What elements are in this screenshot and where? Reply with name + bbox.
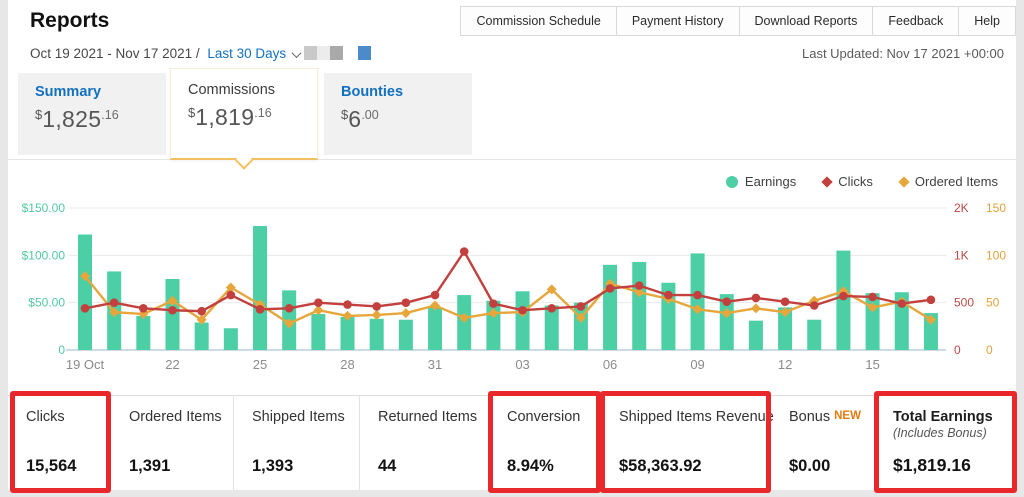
svg-text:19 Oct: 19 Oct — [66, 357, 105, 372]
svg-text:25: 25 — [253, 357, 267, 372]
stat-total-earnings: Total Earnings (Includes Bonus) $1,819.1… — [874, 396, 1016, 490]
svg-text:09: 09 — [690, 357, 704, 372]
stat-clicks: Clicks15,564 — [8, 396, 110, 490]
bounties-amount: $6.00 — [341, 106, 472, 133]
chart-legend: Earnings Clicks Ordered Items — [699, 174, 998, 189]
view-toggle-icon[interactable] — [304, 46, 317, 60]
includes-bonus-note: (Includes Bonus) — [893, 426, 1008, 440]
ordered items-line — [85, 276, 931, 323]
earnings-bar — [632, 262, 646, 350]
chart-section: Earnings Clicks Ordered Items $150.00 2K 1… — [8, 160, 1016, 395]
svg-text:2K: 2K — [954, 201, 969, 215]
svg-text:$100.00: $100.00 — [22, 248, 66, 262]
svg-text:150: 150 — [986, 201, 1006, 215]
earnings-bar — [866, 293, 880, 350]
new-badge: NEW — [834, 410, 861, 422]
period-selector[interactable]: Last 30 Days — [207, 46, 286, 61]
stat-shipped-items-revenue: Shipped Items Revenue$58,363.92 — [600, 396, 770, 490]
svg-text:100: 100 — [986, 248, 1006, 262]
reports-card: Reports Commission Schedule Payment Hist… — [8, 0, 1016, 490]
date-range: Oct 19 2021 - Nov 17 2021 / — [30, 46, 200, 61]
earnings-bar — [749, 321, 763, 350]
stat-shipped-items: Shipped Items1,393 — [233, 396, 359, 490]
earnings-bar — [195, 323, 209, 350]
header-nav-buttons: Commission Schedule Payment History Down… — [461, 6, 1016, 36]
stats-row: Clicks15,564 Ordered Items1,391 Shipped … — [8, 395, 1016, 490]
earnings-bar — [78, 235, 92, 350]
stat-ordered-items: Ordered Items1,391 — [110, 396, 233, 490]
subheader: Oct 19 2021 - Nov 17 2021 / Last 30 Days… — [8, 42, 1016, 70]
earnings-chart-canvas[interactable]: $150.002K150$100.001K100$50.005005000019… — [8, 200, 1016, 390]
svg-text:500: 500 — [954, 296, 974, 310]
svg-text:12: 12 — [778, 357, 792, 372]
summary-amount: $1,825.16 — [35, 106, 166, 133]
svg-text:06: 06 — [603, 357, 617, 372]
help-button[interactable]: Help — [958, 6, 1016, 36]
svg-text:0: 0 — [58, 343, 65, 357]
tab-commissions[interactable]: Commissions $1,819.16 — [170, 68, 318, 160]
earnings-bar — [399, 320, 413, 350]
svg-text:22: 22 — [165, 357, 179, 372]
earnings-bar — [253, 226, 267, 350]
last-updated-text: Last Updated: Nov 17 2021 +00:00 — [802, 46, 1004, 61]
stat-conversion: Conversion8.94% — [488, 396, 600, 490]
earnings-bar — [691, 253, 705, 350]
stat-returned-items: Returned Items44 — [359, 396, 488, 490]
tab-summary[interactable]: Summary $1,825.16 — [18, 73, 166, 155]
feedback-button[interactable]: Feedback — [872, 6, 959, 36]
view-toggle-icon[interactable] — [317, 46, 330, 60]
commissions-amount: $1,819.16 — [188, 104, 317, 131]
report-tabs: Summary $1,825.16 Commissions $1,819.16 … — [8, 70, 1016, 160]
svg-text:28: 28 — [340, 357, 354, 372]
stat-bonus: BonusNEW $0.00 — [770, 396, 874, 490]
legend-item-earnings[interactable]: Earnings — [726, 174, 796, 189]
payment-history-button[interactable]: Payment History — [616, 6, 740, 36]
earnings-bar — [603, 265, 617, 350]
svg-text:31: 31 — [428, 357, 442, 372]
earnings-bar — [311, 314, 325, 350]
svg-text:03: 03 — [515, 357, 529, 372]
earnings-bar — [341, 317, 355, 350]
svg-text:$50.00: $50.00 — [28, 296, 65, 310]
earnings-bar — [807, 320, 821, 350]
ordered-items-marker-icon — [898, 176, 909, 187]
chevron-down-icon — [292, 48, 302, 58]
earnings-marker-icon — [726, 176, 738, 188]
view-toggle-icons — [304, 46, 371, 60]
svg-text:50: 50 — [986, 296, 1000, 310]
earnings-bar — [428, 307, 442, 350]
svg-text:$150.00: $150.00 — [22, 201, 66, 215]
header: Reports Commission Schedule Payment Hist… — [8, 0, 1016, 42]
earnings-bar — [224, 328, 238, 350]
earnings-bar — [516, 291, 530, 350]
svg-text:15: 15 — [865, 357, 879, 372]
chart-view-icon[interactable] — [358, 46, 371, 60]
view-toggle-icon[interactable] — [330, 46, 343, 60]
earnings-bar — [136, 316, 150, 350]
clicks-marker-icon — [822, 176, 833, 187]
earnings-bar — [370, 319, 384, 350]
svg-text:0: 0 — [954, 343, 961, 357]
download-reports-button[interactable]: Download Reports — [739, 6, 874, 36]
legend-item-clicks[interactable]: Clicks — [823, 174, 873, 189]
commission-schedule-button[interactable]: Commission Schedule — [460, 6, 616, 36]
svg-text:1K: 1K — [954, 248, 969, 262]
legend-item-ordered-items[interactable]: Ordered Items — [900, 174, 998, 189]
page-title: Reports — [30, 9, 109, 33]
svg-text:0: 0 — [986, 343, 993, 357]
tab-bounties[interactable]: Bounties $6.00 — [324, 73, 472, 155]
